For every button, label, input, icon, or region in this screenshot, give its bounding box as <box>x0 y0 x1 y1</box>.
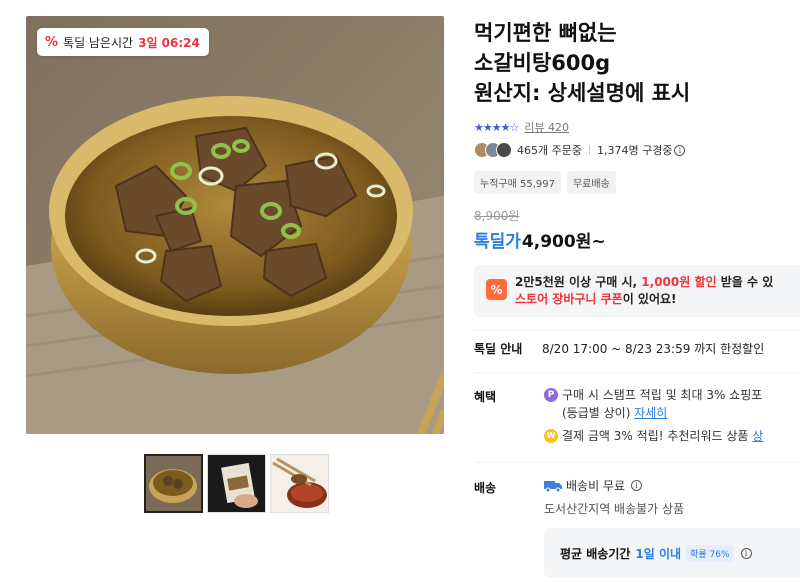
benefits-label: 혜택 <box>474 390 497 404</box>
thumbnail-3[interactable] <box>270 454 329 513</box>
thumbnail-1[interactable] <box>144 454 203 513</box>
buyer-avatars <box>474 142 512 158</box>
avg-delivery-value: 1일 이내 <box>635 546 682 561</box>
point-icon: P <box>544 388 558 402</box>
info-icon[interactable]: i <box>674 144 686 156</box>
viewer-count: 1,374명 구경중 <box>596 144 673 157</box>
section-divider <box>474 330 800 331</box>
avg-delivery-label: 평균 배송기간 <box>560 546 631 561</box>
deal-timer-value: 3일 06:24 <box>138 35 200 50</box>
buyers-row: 465개 주문중 1,374명 구경중 i <box>474 142 686 158</box>
deal-price-row: 톡딜가 4,900원~ <box>474 227 606 252</box>
info-icon[interactable]: i <box>740 547 752 559</box>
shipping-label: 배송 <box>474 481 497 495</box>
percent-icon: % <box>45 34 59 50</box>
deal-info-label: 톡딜 안내 <box>474 342 523 356</box>
avatar <box>496 142 512 158</box>
deal-price-label: 톡딜가 <box>474 232 521 252</box>
avg-delivery-box: 평균 배송기간 1일 이내 확률 76% i <box>544 528 800 578</box>
benefit-stamp-text: 구매 시 스탬프 적립 및 최대 3% 쇼핑포 <box>562 388 763 402</box>
coupon-discount-amount: 1,000원 할인 <box>641 275 717 289</box>
review-count-link[interactable]: 리뷰 420 <box>524 119 569 135</box>
coupon-percent-icon: % <box>486 279 507 300</box>
coupon-line1-post: 받을 수 있 <box>716 275 774 289</box>
delivery-probability-badge: 확률 76% <box>686 544 734 562</box>
thumbnail-2[interactable] <box>207 454 266 513</box>
coupon-banner[interactable]: % 2만5천원 이상 구매 시, 1,000원 할인 받을 수 있 스토어 장바… <box>474 265 800 317</box>
coupon-line2-post: 이 있어요! <box>622 292 677 306</box>
section-divider <box>474 372 800 373</box>
product-title: 먹기편한 뼈없는 소갈비탕600g 원산지: 상세설명에 표시 <box>474 18 800 108</box>
original-price: 8,900원 <box>474 209 520 223</box>
coupon-name: 스토어 장바구니 쿠폰 <box>515 292 623 306</box>
product-info-panel: 먹기편한 뼈없는 소갈비탕600g 원산지: 상세설명에 표시 ★★★★☆ 리뷰… <box>474 0 800 582</box>
benefit-stamp: P 구매 시 스탬프 적립 및 최대 3% 쇼핑포 (등급별 상이) 자세히 <box>544 386 762 422</box>
title-line-1: 먹기편한 뼈없는 <box>474 21 617 45</box>
product-tags: 누적구매 55,997 무료배송 <box>474 171 616 194</box>
benefit-reward: W 결제 금액 3% 적립! 추천리워드 상품 상 <box>544 427 763 445</box>
reward-product-link[interactable]: 상 <box>752 429 763 443</box>
deal-info-value: 8/20 17:00 ~ 8/23 23:59 까지 한정할인 <box>542 342 765 356</box>
title-line-3: 원산지: 상세설명에 표시 <box>474 81 691 105</box>
thumbnail-strip <box>144 454 329 513</box>
reward-coin-icon: W <box>544 429 558 443</box>
tag-free-shipping: 무료배송 <box>566 171 616 194</box>
deal-timer-label: 톡딜 남은시간 <box>63 35 134 50</box>
deal-timer-badge: % 톡딜 남은시간 3일 06:24 <box>37 28 209 56</box>
ordering-count: 465개 주문중 <box>517 144 582 157</box>
divider <box>588 145 590 155</box>
shipping-fee-row: 배송비 무료 i <box>544 477 643 495</box>
coupon-line1-pre: 2만5천원 이상 구매 시, <box>515 275 642 289</box>
rating-row: ★★★★☆ 리뷰 420 <box>474 119 569 135</box>
details-link[interactable]: 자세히 <box>634 406 667 420</box>
deal-price-value: 4,900원~ <box>521 232 606 252</box>
coupon-text: 2만5천원 이상 구매 시, 1,000원 할인 받을 수 있 스토어 장바구니… <box>515 274 773 317</box>
deal-info-row: 톡딜 안내 8/20 17:00 ~ 8/23 23:59 까지 한정할인 <box>474 340 764 357</box>
shipping-fee: 배송비 무료 <box>566 479 626 493</box>
truck-icon <box>544 481 562 492</box>
info-icon[interactable]: i <box>631 480 643 491</box>
shipping-restriction-note: 도서산간지역 배송불가 상품 <box>544 502 685 516</box>
main-product-image[interactable] <box>26 16 444 434</box>
benefit-stamp-note: (등급별 상이) <box>562 406 635 420</box>
benefit-reward-text: 결제 금액 3% 적립! 추천리워드 상품 <box>562 429 753 443</box>
section-divider <box>474 462 800 463</box>
title-line-2: 소갈비탕600g <box>474 51 611 75</box>
star-rating-icon: ★★★★☆ <box>474 120 519 134</box>
tag-cumulative-purchase: 누적구매 55,997 <box>474 171 561 194</box>
